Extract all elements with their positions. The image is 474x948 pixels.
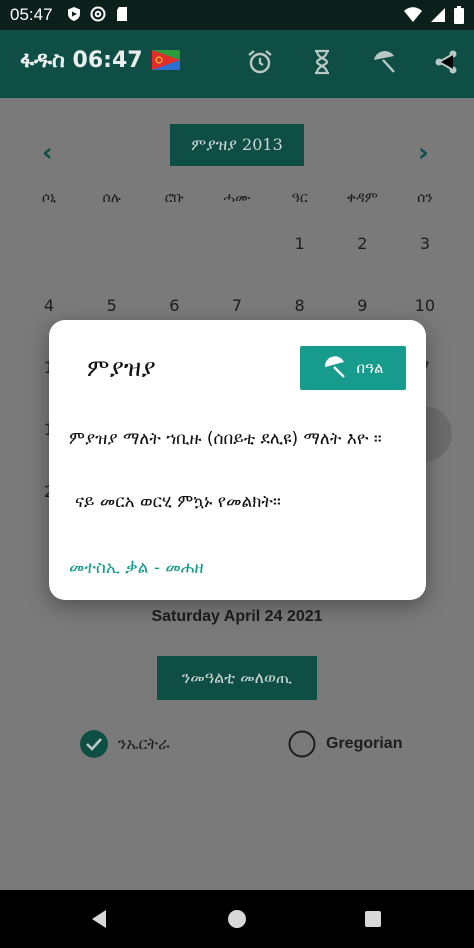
calendar-day[interactable] xyxy=(143,234,205,296)
wifi-icon xyxy=(404,7,422,22)
weekday-label: ሶኒ xyxy=(41,190,57,206)
calendar-day[interactable]: 1 xyxy=(269,234,331,296)
weekday-label: ሮቡ xyxy=(164,190,184,206)
battery-icon xyxy=(454,6,464,24)
status-bar: 05:47 xyxy=(0,0,474,30)
convert-date-button[interactable]: ንመዓልቲ መለወጢ xyxy=(157,656,317,700)
holiday-button-label: በዓል xyxy=(356,359,384,377)
holiday-button[interactable]: በዓል xyxy=(300,346,406,390)
dialog-title: ምያዝያ xyxy=(87,354,156,382)
calendar-week-row: 1 2 3 xyxy=(18,234,456,296)
recents-icon[interactable] xyxy=(365,911,381,927)
back-icon[interactable] xyxy=(92,910,106,928)
app-bar-actions xyxy=(246,48,460,76)
weekday-label: ሰሉ xyxy=(102,190,121,206)
eritrea-flag-icon xyxy=(152,50,180,70)
radio-eritrean-label: ንኤርትራ xyxy=(118,734,170,753)
system-navigation-bar xyxy=(0,890,474,948)
dialog-description: ምያዝያ ማለት ኀቢዙ (ሰበይቲ ደሊዩ) ማለት እዮ ። xyxy=(69,429,382,449)
hourglass-icon[interactable] xyxy=(308,48,336,76)
calendar-day[interactable] xyxy=(18,234,80,296)
next-month-button[interactable]: › xyxy=(418,138,429,168)
radio-eritrean[interactable]: ንኤርትራ xyxy=(80,730,170,758)
dialog-source-link[interactable]: መተስኢ ቃል - መሐዘ xyxy=(69,558,204,578)
selected-date-text: Saturday April 24 2021 xyxy=(151,608,323,625)
app-bar: ፋዱስ 06:47 xyxy=(0,30,474,98)
share-icon[interactable] xyxy=(432,48,460,76)
checked-radio-icon xyxy=(80,730,108,758)
app-title: ፋዱስ 06:47 xyxy=(20,48,143,73)
umbrella-icon[interactable] xyxy=(370,48,398,76)
calendar-day[interactable] xyxy=(206,234,268,296)
umbrella-icon xyxy=(324,356,345,378)
weekday-header: ሶኒ ሰሉ ሮቡ ሓሙ ዓር ቀዳም ሰን xyxy=(18,190,456,206)
at-sign-icon xyxy=(90,6,106,22)
month-label: ምያዝያ 2013 xyxy=(191,135,283,154)
convert-button-label: ንመዓልቲ መለወጢ xyxy=(181,668,293,687)
weekday-label: ቀዳም xyxy=(346,190,378,206)
sd-card-icon xyxy=(117,7,127,21)
radio-gregorian-label: Gregorian xyxy=(326,735,403,752)
status-system-icons xyxy=(404,6,464,24)
radio-gregorian[interactable]: Gregorian xyxy=(288,730,402,758)
calendar-day[interactable]: 3 xyxy=(394,234,456,296)
home-icon[interactable] xyxy=(228,910,246,928)
month-button[interactable]: ምያዝያ 2013 xyxy=(170,124,304,166)
month-info-dialog: ምያዝያ በዓል ምያዝያ ማለት ኀቢዙ (ሰበይቲ ደሊዩ) ማለት እዮ … xyxy=(49,320,426,600)
weekday-label: ሰን xyxy=(417,190,433,206)
calendar-day[interactable] xyxy=(81,234,143,296)
status-time: 05:47 xyxy=(10,5,53,24)
signal-icon xyxy=(431,8,445,22)
weekday-label: ዓር xyxy=(291,190,308,206)
dialog-note: ናይ መርአ ወርሂ ምኳኑ የመልክት። xyxy=(75,492,281,512)
calendar-day[interactable]: 2 xyxy=(331,234,393,296)
alarm-icon[interactable] xyxy=(246,48,274,76)
prev-month-button[interactable]: ‹ xyxy=(42,138,53,168)
shield-icon xyxy=(68,7,80,21)
status-notification-icons xyxy=(66,6,130,22)
unchecked-radio-icon xyxy=(288,730,316,758)
weekday-label: ሓሙ xyxy=(223,190,251,206)
